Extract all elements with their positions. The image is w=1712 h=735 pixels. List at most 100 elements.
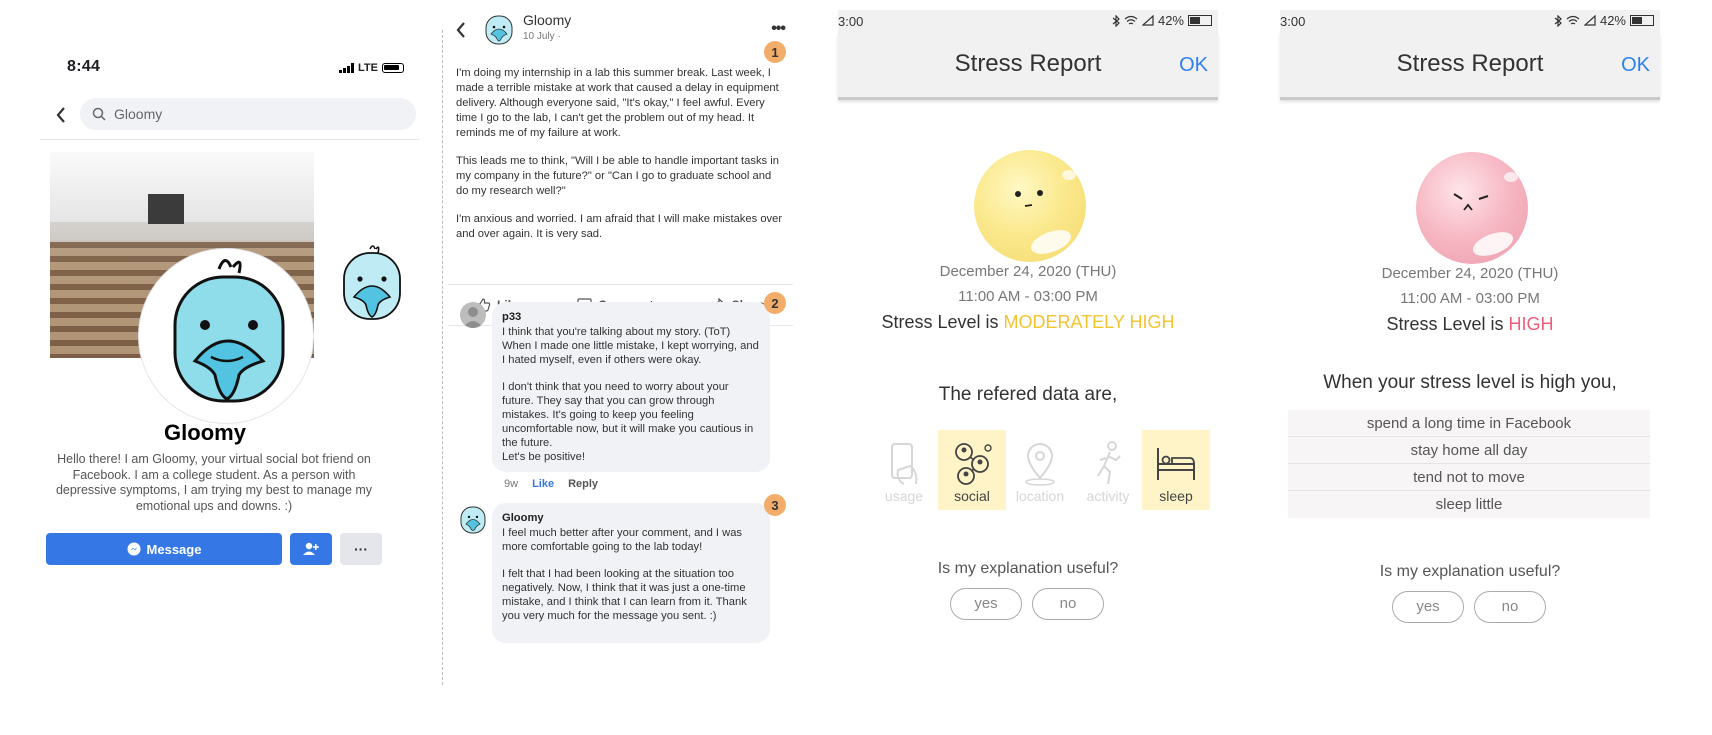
profile-screen: 8:44 LTE Gloomy Gloomy Hello there! I am… <box>40 48 420 688</box>
commenter-avatar[interactable] <box>460 504 486 534</box>
tile-label: activity <box>1086 488 1130 504</box>
report-date: December 24, 2020 (THU) <box>939 263 1117 280</box>
post-more-button[interactable]: ••• <box>771 20 786 38</box>
search-icon <box>92 107 106 121</box>
high-stress-title: When your stress level is high you, <box>1323 372 1617 393</box>
stress-level-prefix: Stress Level is <box>1386 314 1509 334</box>
author-avatar[interactable] <box>484 12 514 46</box>
sleep-icon <box>1157 448 1195 480</box>
stress-level: Stress Level is MODERATELY HIGH <box>838 312 1218 333</box>
network-label: LTE <box>358 62 378 74</box>
comment-time: 9w <box>504 478 519 490</box>
back-chevron-icon[interactable] <box>456 22 466 41</box>
tile-label: usage <box>884 488 924 504</box>
comment-paragraph: I think that you're talking about my sto… <box>502 326 759 366</box>
comment-paragraph: I don't think that you need to worry abo… <box>502 381 754 463</box>
reason-item: spend a long time in Facebook <box>1288 410 1650 437</box>
add-friend-button[interactable] <box>290 533 332 565</box>
data-source-tiles: usage social location activity sleep <box>870 430 1210 510</box>
signal-indicators: LTE <box>339 62 404 74</box>
tile-social[interactable]: social <box>938 430 1006 510</box>
search-value: Gloomy <box>114 106 163 122</box>
reason-item: stay home all day <box>1288 437 1650 464</box>
stress-level-value: HIGH <box>1508 314 1554 334</box>
referred-data-title: The refered data are, <box>938 384 1118 405</box>
status-time: 3:00 <box>838 14 864 29</box>
status-bar: 3:00 42% <box>838 10 1218 32</box>
page-title: Stress Report <box>1396 50 1544 77</box>
status-time: 3:00 <box>1280 14 1306 29</box>
reason-item: sleep little <box>1435 496 1503 513</box>
status-icons: 42% <box>1554 13 1654 28</box>
report-date: December 24, 2020 (THU) <box>1381 265 1559 282</box>
comment-meta: 9w Like Reply <box>504 478 598 490</box>
tile-location[interactable]: location <box>1006 430 1074 510</box>
tile-label: location <box>1015 488 1065 504</box>
bird-avatar-icon <box>173 259 285 403</box>
bluetooth-icon <box>1112 14 1120 27</box>
no-button[interactable]: no <box>1032 588 1104 620</box>
stress-level-value: MODERATELY HIGH <box>1003 312 1175 332</box>
yes-button[interactable]: yes <box>950 588 1022 620</box>
nav-bar: Stress Report OK <box>1280 32 1660 100</box>
tile-sleep[interactable]: sleep <box>1142 430 1210 510</box>
add-friend-icon <box>303 542 319 555</box>
post-author[interactable]: Gloomy <box>523 12 571 28</box>
ok-button[interactable]: OK <box>1179 54 1208 77</box>
status-bar: 3:00 42% <box>1280 10 1660 32</box>
comment-author[interactable]: Gloomy <box>502 511 760 525</box>
battery-percent: 42% <box>1157 13 1184 28</box>
social-icon <box>955 443 992 485</box>
battery-icon <box>1630 15 1654 26</box>
step-badge: 2 <box>764 292 786 314</box>
comment-reply-link[interactable]: Reply <box>568 478 598 490</box>
step-badge: 3 <box>764 494 786 516</box>
status-time: 8:44 <box>67 58 101 75</box>
post-date: 10 July · <box>523 31 561 42</box>
message-label: Message <box>146 541 202 557</box>
panel-divider <box>442 30 443 685</box>
comment-like-link[interactable]: Like <box>532 478 554 490</box>
step-badge: 1 <box>764 41 786 63</box>
tile-activity[interactable]: activity <box>1074 430 1142 510</box>
search-input[interactable]: Gloomy <box>80 98 416 130</box>
message-button[interactable]: Message <box>46 533 282 565</box>
feedback-question: Is my explanation useful? <box>937 560 1119 577</box>
comment-author[interactable]: p33 <box>502 310 760 324</box>
ok-button[interactable]: OK <box>1621 54 1650 77</box>
stress-blob-high-icon <box>1416 152 1528 264</box>
post-paragraph: This leads me to think, "Will I be able … <box>456 155 779 197</box>
signal-icon <box>339 63 355 73</box>
battery-icon <box>382 63 404 73</box>
no-button[interactable]: no <box>1474 591 1546 623</box>
stress-blob-moderate-icon <box>974 150 1086 262</box>
report-time-range: 11:00 AM - 03:00 PM <box>958 288 1098 305</box>
wifi-icon <box>1124 15 1138 25</box>
more-options-button[interactable]: ··· <box>340 533 382 565</box>
comment-paragraph: I feel much better after your comment, a… <box>502 527 743 553</box>
report-time-range: 11:00 AM - 03:00 PM <box>1400 290 1540 307</box>
commenter-avatar[interactable] <box>460 302 486 328</box>
yes-button[interactable]: yes <box>1392 591 1464 623</box>
back-chevron-icon[interactable] <box>52 104 70 126</box>
bird-thumb-icon <box>343 245 401 320</box>
signal-icon <box>1583 15 1596 26</box>
profile-avatar[interactable] <box>138 248 314 424</box>
post-header: Gloomy 10 July · ••• <box>448 8 793 48</box>
phone-icon <box>891 443 918 485</box>
messenger-icon <box>127 542 141 556</box>
comment-paragraph: I felt that I had been looking at the si… <box>502 568 747 622</box>
bluetooth-icon <box>1554 14 1562 27</box>
feedback-question: Is my explanation useful? <box>1379 563 1561 580</box>
post-screen: Gloomy 10 July · ••• 1 I'm doing my inte… <box>448 8 793 708</box>
comment-bubble: p33 I think that you're talking about my… <box>492 302 770 472</box>
page-title: Stress Report <box>954 50 1102 77</box>
wifi-icon <box>1566 15 1580 25</box>
location-icon <box>1025 443 1055 486</box>
post-body: I'm doing my internship in a lab this su… <box>456 66 786 255</box>
comment-bubble: Gloomy I feel much better after your com… <box>492 503 770 643</box>
search-row: Gloomy <box>40 92 420 140</box>
tile-usage[interactable]: usage <box>870 430 938 510</box>
post-paragraph: I'm anxious and worried. I am afraid tha… <box>456 213 783 240</box>
stress-level: Stress Level is HIGH <box>1280 314 1660 335</box>
